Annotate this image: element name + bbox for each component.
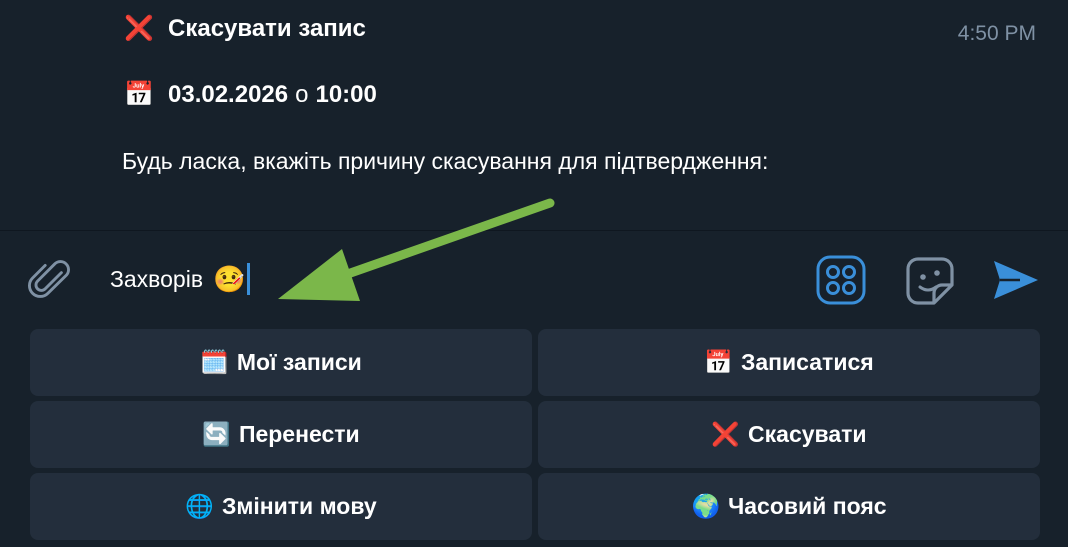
appointment-date: 03.02.2026 bbox=[168, 80, 289, 108]
paperclip-icon[interactable] bbox=[26, 255, 76, 305]
message-title-text: Скасувати запис bbox=[168, 14, 366, 42]
timezone-button[interactable]: 🌍 Часовий пояс bbox=[538, 473, 1040, 540]
sticker-icon[interactable] bbox=[904, 255, 956, 307]
cancel-label: Скасувати bbox=[748, 421, 867, 447]
reschedule-button[interactable]: 🔄 Перенести bbox=[30, 401, 532, 468]
cross-mark-icon: ❌ bbox=[711, 421, 741, 447]
book-button[interactable]: 📅 Записатися bbox=[538, 329, 1040, 396]
message-input-value: Захворів bbox=[110, 265, 204, 292]
text-caret bbox=[247, 263, 251, 295]
reschedule-label: Перенести bbox=[238, 421, 360, 447]
message-instruction: Будь ласка, вкажіть причину скасування д… bbox=[122, 148, 769, 174]
globe-icon: 🌍 bbox=[691, 493, 721, 519]
keyboard-row: 🌐 Змінити мову 🌍 Часовий пояс bbox=[30, 473, 1040, 540]
message-input[interactable]: Захворів 🤒 bbox=[110, 261, 251, 297]
my-bookings-label: Мої записи bbox=[236, 349, 362, 375]
calendar-icon: 📅 bbox=[124, 81, 154, 108]
date-time-separator: о bbox=[295, 80, 309, 108]
calendar-icon: 📅 bbox=[704, 349, 733, 375]
cancel-button[interactable]: ❌ Скасувати bbox=[538, 401, 1040, 468]
change-language-button[interactable]: 🌐 Змінити мову bbox=[30, 473, 532, 540]
message-timestamp: 4:50 PM bbox=[957, 22, 1036, 45]
refresh-icon: 🔄 bbox=[202, 421, 231, 447]
reply-keyboard: 🗓️ Мої записи 📅 Записатися 🔄 Перенести ❌… bbox=[30, 329, 1040, 545]
timezone-label: Часовий пояс bbox=[728, 493, 887, 519]
change-language-label: Змінити мову bbox=[221, 493, 377, 519]
my-bookings-button[interactable]: 🗓️ Мої записи bbox=[30, 329, 532, 396]
spiral-calendar-icon: 🗓️ bbox=[200, 349, 229, 375]
message-title: ❌ Скасувати запис bbox=[122, 14, 366, 43]
keyboard-row: 🔄 Перенести ❌ Скасувати bbox=[30, 401, 1040, 468]
book-label: Записатися bbox=[740, 349, 874, 375]
annotation-arrow-icon bbox=[278, 198, 555, 301]
bot-menu-icon[interactable] bbox=[816, 255, 866, 305]
sick-face-emoji: 🤒 bbox=[213, 263, 246, 294]
appointment-datetime: 📅 03.02.2026 о 10:00 bbox=[122, 80, 377, 109]
appointment-time: 10:00 bbox=[315, 80, 377, 108]
globe-meridians-icon: 🌐 bbox=[185, 493, 214, 519]
message-input-bar: Захворів 🤒 bbox=[0, 198, 1068, 327]
send-icon[interactable] bbox=[990, 257, 1040, 303]
keyboard-row: 🗓️ Мої записи 📅 Записатися bbox=[30, 329, 1040, 396]
cross-mark-icon: ❌ bbox=[124, 15, 154, 42]
